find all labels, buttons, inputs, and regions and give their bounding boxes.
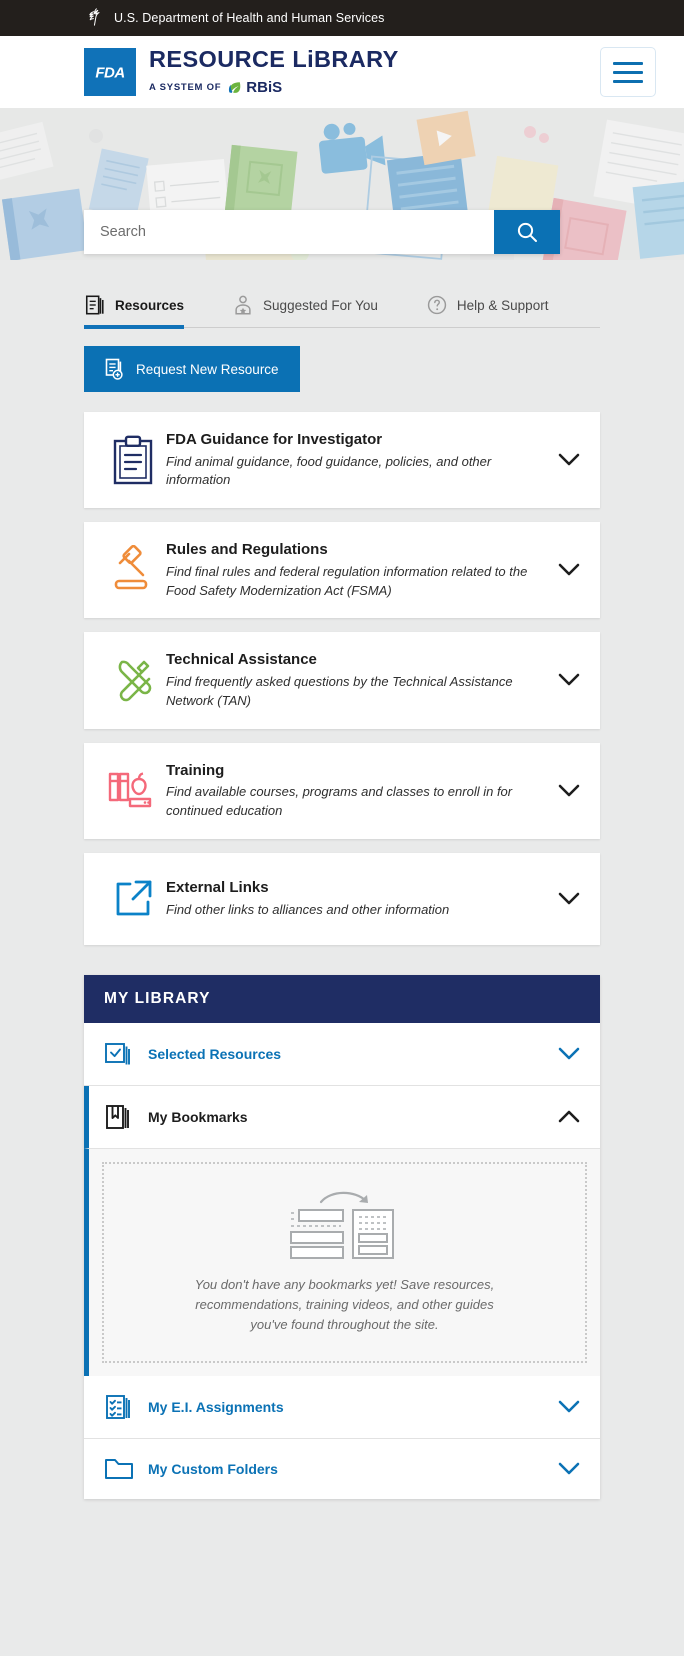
tab-help-and-support[interactable]: Help & Support (402, 294, 573, 327)
resource-title: Training (166, 761, 225, 779)
my-library-panel: MY LIBRARY Selected Resources My Bookmar… (84, 974, 600, 1500)
rbis-leaf-icon (229, 82, 241, 93)
hhs-banner-text: U.S. Department of Health and Human Serv… (114, 11, 385, 25)
resource-description: Find frequently asked questions by the T… (166, 673, 513, 708)
chevron-up-icon[interactable] (558, 1110, 580, 1124)
chevron-down-icon[interactable] (558, 892, 580, 906)
my-library-heading: MY LIBRARY (84, 974, 600, 1023)
hamburger-bar-2 (613, 70, 643, 74)
books-apple-icon (104, 770, 162, 812)
chevron-down-icon[interactable] (558, 1047, 580, 1061)
fda-logo-mark: FDA (84, 48, 136, 96)
library-row-label: Selected Resources (148, 1045, 282, 1062)
library-row-my-bookmarks[interactable]: My Bookmarks (84, 1085, 600, 1149)
resource-title: Rules and Regulations (166, 541, 328, 559)
main-content: Resources Suggested For You Help & Suppo… (0, 294, 684, 1500)
resource-title: Technical Assistance (166, 651, 317, 669)
brand-logo[interactable]: FDA RESOURCE LiBRARY A SYSTEM OF RBiS (84, 48, 399, 96)
resource-description: Find available courses, programs and cla… (166, 784, 513, 818)
tab-resources-label: Resources (115, 297, 185, 313)
question-mark-circle-icon (427, 295, 447, 315)
drag-to-save-illustration (289, 1191, 394, 1259)
resource-card-fda-guidance[interactable]: FDA Guidance for Investigator Find anima… (84, 412, 600, 509)
bookmark-icon (104, 1103, 148, 1131)
checklist-icon (104, 1393, 148, 1421)
search-input[interactable] (84, 210, 494, 254)
resource-description: Find animal guidance, food guidance, pol… (166, 453, 492, 488)
resource-title: FDA Guidance for Investigator (166, 431, 383, 448)
tab-resources[interactable]: Resources (84, 294, 208, 329)
library-row-label: My Custom Folders (148, 1461, 278, 1478)
wrench-screwdriver-icon (104, 656, 162, 704)
resource-card-list: FDA Guidance for Investigator Find anima… (84, 412, 600, 945)
chevron-down-icon[interactable] (558, 673, 580, 687)
document-plus-icon (105, 358, 123, 380)
search-icon (517, 222, 537, 242)
resource-card-training[interactable]: Training Find available courses, program… (84, 742, 600, 839)
tab-suggested-label: Suggested For You (263, 297, 378, 313)
system-of-line: A SYSTEM OF RBiS (149, 79, 399, 96)
resource-description: Find other links to alliances and other … (166, 901, 450, 917)
checked-stack-icon (104, 1040, 148, 1068)
hamburger-menu-button[interactable] (600, 47, 656, 97)
resource-card-external-links[interactable]: External Links Find other links to allia… (84, 852, 600, 945)
documents-icon (85, 295, 104, 315)
library-row-my-custom-folders[interactable]: My Custom Folders (84, 1439, 600, 1500)
resource-description: Find final rules and federal regulation … (166, 563, 528, 598)
library-row-label: My E.I. Assignments (148, 1399, 284, 1416)
system-of-label: A SYSTEM OF (149, 81, 222, 93)
hamburger-bar-3 (613, 79, 643, 83)
rbis-wordmark: RBiS (246, 78, 283, 96)
site-title: RESOURCE LiBRARY (149, 46, 399, 73)
library-row-selected-resources[interactable]: Selected Resources (84, 1022, 600, 1086)
request-new-resource-label: Request New Resource (136, 361, 279, 377)
my-bookmarks-panel: You don't have any bookmarks yet! Save r… (84, 1148, 600, 1377)
chevron-down-icon[interactable] (558, 784, 580, 798)
search-bar[interactable] (84, 210, 560, 254)
resource-card-technical-assistance[interactable]: Technical Assistance Find frequently ask… (84, 632, 600, 729)
folder-icon (104, 1456, 148, 1482)
chevron-down-icon[interactable] (558, 453, 580, 467)
resource-card-rules-and-regulations[interactable]: Rules and Regulations Find final rules a… (84, 522, 600, 619)
hhs-seal-icon (89, 8, 100, 26)
library-row-my-ei-assignments[interactable]: My E.I. Assignments (84, 1376, 600, 1440)
hamburger-bar-1 (613, 61, 643, 65)
site-header: FDA RESOURCE LiBRARY A SYSTEM OF RBiS (0, 36, 684, 108)
primary-tabs: Resources Suggested For You Help & Suppo… (84, 294, 600, 329)
bookmarks-empty-message: You don't have any bookmarks yet! Save r… (194, 1276, 495, 1333)
hhs-gov-banner: U.S. Department of Health and Human Serv… (0, 0, 684, 36)
chevron-down-icon[interactable] (558, 563, 580, 577)
clipboard-icon (104, 435, 162, 485)
tab-suggested-for-you[interactable]: Suggested For You (208, 294, 402, 327)
svg-text:FDA: FDA (95, 65, 124, 82)
gavel-icon (104, 545, 162, 595)
resource-title: External Links (166, 879, 269, 897)
fda-wordmark-icon: FDA (95, 65, 125, 82)
request-new-resource-button[interactable]: Request New Resource (84, 346, 300, 392)
tab-help-label: Help & Support (456, 297, 549, 313)
chevron-down-icon[interactable] (558, 1462, 580, 1476)
search-submit-button[interactable] (494, 210, 560, 254)
library-row-label: My Bookmarks (148, 1108, 248, 1125)
external-link-icon (104, 878, 162, 920)
user-badge-icon (235, 295, 251, 315)
chevron-down-icon[interactable] (558, 1400, 580, 1414)
bookmarks-empty-state: You don't have any bookmarks yet! Save r… (102, 1161, 587, 1364)
